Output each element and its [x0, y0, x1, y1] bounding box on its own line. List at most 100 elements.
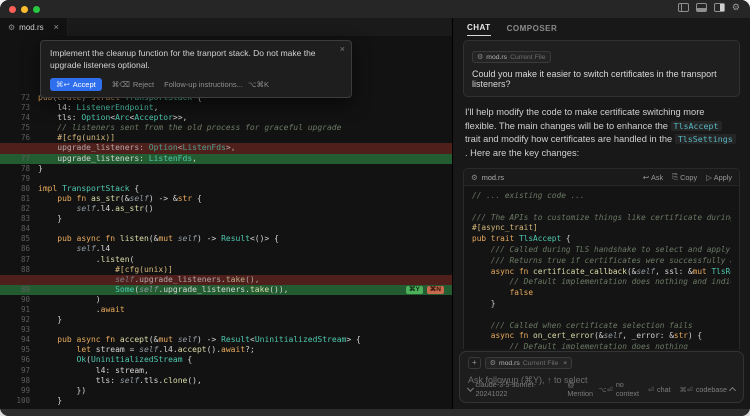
apply-label: Apply — [714, 173, 732, 182]
line-number: 86 — [0, 244, 38, 254]
line-number: 73 — [0, 103, 38, 113]
toggle-bottom-panel-icon[interactable] — [696, 3, 707, 12]
line-number: 87 — [0, 255, 38, 265]
line-number: 78 — [0, 164, 38, 174]
code-line: 99 }) — [0, 386, 452, 396]
inline-code-chip[interactable]: TlsSettings — [675, 134, 736, 144]
code-editor: ⚙ mod.rs × 72pub(crate) struct Transport… — [0, 18, 452, 409]
apply-button[interactable]: ▷Apply — [706, 172, 732, 182]
shortcut-label: no context — [616, 380, 639, 398]
editor-tab-modrs[interactable]: ⚙ mod.rs × — [0, 18, 68, 36]
diff-reject-button[interactable]: ⌘N — [427, 286, 444, 294]
diff-accept-button[interactable]: ⌘Y — [406, 286, 423, 294]
code-line: 83 } — [0, 214, 452, 224]
line-number: 91 — [0, 305, 38, 315]
context-file-chip[interactable]: ⚙ mod.rs Current File — [472, 51, 551, 63]
code-line: 88 #[cfg(unix)] — [0, 265, 452, 275]
line-number: 81 — [0, 194, 38, 204]
code-line: 76 #[cfg(unix)] — [0, 133, 452, 143]
followup-label: Follow-up instructions... — [164, 80, 243, 89]
line-number: 89 — [0, 285, 38, 295]
code-line: 85 pub async fn listen(&mut self) -> Res… — [0, 234, 452, 244]
settings-gear-icon[interactable]: ⚙ — [732, 3, 740, 12]
code-line: 95 let stream = self.l4.accept().await?; — [0, 345, 452, 355]
user-message: ⚙ mod.rs Current File Could you make it … — [463, 40, 740, 97]
apply-icon: ▷ — [706, 173, 712, 182]
model-selector[interactable]: claude-3-5-sonnet-20241022 — [468, 380, 557, 398]
followup-instructions-button[interactable]: Follow-up instructions... ⌥⌘K — [164, 80, 269, 89]
code-line: /// The APIs to customize things like ce… — [472, 213, 731, 224]
line-number: 92 — [0, 315, 38, 325]
code-line: // ... existing code ... — [472, 191, 731, 202]
code-line: self.upgrade_listeners.take(), — [0, 275, 452, 285]
code-line: 73 l4: ListenerEndpoint, — [0, 103, 452, 113]
code-line: 93 — [0, 325, 452, 335]
line-number: 98 — [0, 376, 38, 386]
copy-icon: ⎘ — [672, 172, 678, 182]
code-line: 74 tls: Option<Arc<Acceptor>>, — [0, 113, 452, 123]
shortcut-label: chat — [657, 385, 671, 394]
zoom-window-button[interactable] — [33, 6, 40, 13]
code-line: 84 — [0, 224, 452, 234]
codebase-shortcut[interactable]: ⌘⏎ codebase — [680, 385, 735, 394]
code-line: 98 tls: self.tls.clone(), — [0, 376, 452, 386]
accept-button[interactable]: ⌘↩ Accept — [50, 78, 102, 91]
reject-label: Reject — [133, 80, 154, 89]
popup-close-icon[interactable]: × — [340, 44, 345, 54]
model-name: claude-3-5-sonnet-20241022 — [476, 380, 558, 398]
no-context-shortcut[interactable]: ⌥⏎ no context — [599, 380, 639, 398]
toggle-right-panel-icon[interactable] — [714, 3, 725, 12]
tab-close-icon[interactable]: × — [54, 22, 59, 32]
line-number: 90 — [0, 295, 38, 305]
code-line: 87 .listen( — [0, 255, 452, 265]
rust-file-icon: ⚙ — [8, 23, 15, 32]
tab-composer[interactable]: COMPOSER — [507, 21, 558, 36]
code-line: 96 Ok(UninitializedStream { — [0, 355, 452, 365]
copy-button[interactable]: ⎘Copy — [672, 172, 697, 182]
add-context-button[interactable]: + — [468, 357, 481, 369]
shortcut-kbd: ⌥⏎ — [599, 385, 613, 394]
line-number — [0, 275, 38, 285]
chip-filename: mod.rs — [499, 360, 520, 367]
code-block-header: ⚙ mod.rs ↩Ask ⎘Copy ▷Apply — [464, 169, 739, 186]
line-number: 79 — [0, 174, 38, 184]
line-number: 99 — [0, 386, 38, 396]
chat-shortcut[interactable]: ⏎ chat — [648, 385, 671, 394]
reject-button[interactable]: ⌘⌫ Reject — [112, 80, 154, 89]
chip-remove-icon[interactable]: × — [563, 360, 567, 367]
code-line: 79 — [0, 174, 452, 184]
rust-file-icon: ⚙ — [471, 173, 478, 182]
code-line: async fn certificate_callback(&self, ssl… — [472, 267, 731, 278]
ask-button[interactable]: ↩Ask — [643, 172, 663, 182]
close-window-button[interactable] — [9, 6, 16, 13]
chat-tab-bar: CHAT COMPOSER — [453, 18, 750, 38]
mention-button[interactable]: @ Mention — [567, 380, 598, 398]
titlebar: ⚙ — [0, 0, 750, 18]
tab-chat[interactable]: CHAT — [467, 20, 491, 36]
chat-input-box[interactable]: + ⚙ mod.rs Current File × Ask followup (… — [459, 351, 744, 403]
ask-label: Ask — [651, 173, 663, 182]
line-number: 93 — [0, 325, 38, 335]
shortcut-kbd: ⏎ — [648, 385, 654, 394]
chip-badge: Current File — [510, 54, 546, 61]
code-line: /// Called when certificate selection fa… — [472, 321, 731, 332]
minimize-window-button[interactable] — [21, 6, 28, 13]
code-line: #[async_trait] — [472, 223, 731, 234]
copy-label: Copy — [680, 173, 697, 182]
code-line — [472, 310, 731, 321]
line-number: 100 — [0, 396, 38, 406]
line-number — [0, 143, 38, 153]
toggle-left-panel-icon[interactable] — [678, 3, 689, 12]
line-number: 85 — [0, 234, 38, 244]
line-number: 77 — [0, 154, 38, 164]
code-line: 77 upgrade_listeners: ListenFds, — [0, 154, 452, 164]
code-line: 100 } — [0, 396, 452, 406]
line-number: 80 — [0, 184, 38, 194]
line-number: 95 — [0, 345, 38, 355]
input-context-file-chip[interactable]: ⚙ mod.rs Current File × — [485, 357, 573, 369]
code-line: /// Called during TLS handshake to selec… — [472, 245, 731, 256]
assistant-message-text: I'll help modify the code to make certif… — [465, 106, 738, 160]
inline-code-chip[interactable]: TlsAccept — [671, 121, 722, 131]
code-line: } — [472, 299, 731, 310]
shortcut-label: codebase — [696, 385, 727, 394]
